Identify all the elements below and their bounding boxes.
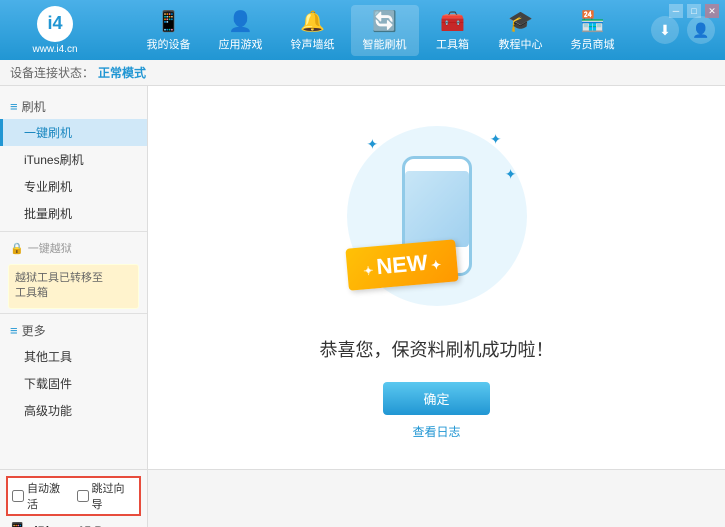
apps-games-icon: 👤 <box>228 9 253 34</box>
sidebar-disabled-jailbreak: 🔒 一键越狱 <box>0 236 147 260</box>
nav-bar: 📱 我的设备 👤 应用游戏 🔔 铃声墙纸 🔄 智能刷机 🧰 工具箱 🎓 <box>110 5 651 56</box>
success-text: 恭喜您，保资料刷机成功啦！ <box>320 336 554 362</box>
my-device-icon: 📱 <box>156 9 181 34</box>
logo-char: i4 <box>47 13 62 34</box>
device-name: iPhone 15 Pro Max <box>34 522 141 527</box>
advanced-label: 高级功能 <box>24 404 72 418</box>
device-info: 📱 iPhone 15 Pro Max 512GB iPhone <box>6 522 141 527</box>
content-area: ✦ ✦ ✦ NEW 恭喜您，保资料刷机成功啦！ 确定 查看日志 <box>148 86 725 469</box>
flash-section-icon: ≡ <box>10 99 18 114</box>
nav-ringtones[interactable]: 🔔 铃声墙纸 <box>279 5 347 56</box>
sidebar-item-download-fw[interactable]: 下载固件 <box>0 370 147 397</box>
log-link[interactable]: 查看日志 <box>412 423 460 440</box>
sidebar-section-flash[interactable]: ≡ 刷机 <box>0 94 147 119</box>
auto-activate-checkbox[interactable] <box>12 490 24 502</box>
phone-screen <box>405 171 469 247</box>
star-icon-2: ✦ <box>490 131 502 148</box>
batch-flash-label: 批量刷机 <box>24 207 72 221</box>
success-illustration: ✦ ✦ ✦ NEW <box>337 116 537 316</box>
minimize-btn[interactable]: ─ <box>669 4 683 18</box>
logo-icon: i4 <box>37 6 73 42</box>
auto-activate-label: 自动激活 <box>27 480 71 512</box>
flash-section-label: 刷机 <box>22 98 46 115</box>
maximize-btn[interactable]: □ <box>687 4 701 18</box>
jailbreak-label: 一键越狱 <box>28 240 72 256</box>
nav-toolbox[interactable]: 🧰 工具箱 <box>423 5 483 56</box>
device-phone-icon: 📱 <box>6 522 28 527</box>
nav-apps-games[interactable]: 👤 应用游戏 <box>207 5 275 56</box>
smart-flash-icon: 🔄 <box>372 9 397 34</box>
footer-right: V7.98.66 客服 微信公众号 检查更新 <box>148 469 725 527</box>
nav-service-label: 务员商城 <box>571 36 615 52</box>
tutorial-icon: 🎓 <box>508 9 533 34</box>
nav-tutorial-label: 教程中心 <box>499 36 543 52</box>
nav-my-device[interactable]: 📱 我的设备 <box>135 5 203 56</box>
sidebar-notice: 越狱工具已转移至 工具箱 <box>8 264 139 309</box>
download-fw-label: 下载固件 <box>24 377 72 391</box>
nav-my-device-label: 我的设备 <box>147 36 191 52</box>
status-bar: 设备连接状态： 正常模式 <box>0 60 725 86</box>
device-details: iPhone 15 Pro Max 512GB iPhone <box>34 522 141 527</box>
guide-option[interactable]: 跳过向导 <box>77 480 136 512</box>
sidebar-item-itunes-flash[interactable]: iTunes刷机 <box>0 146 147 173</box>
auto-activate-option[interactable]: 自动激活 <box>12 480 71 512</box>
confirm-button[interactable]: 确定 <box>383 382 489 415</box>
header-right: ⬇ 👤 <box>651 16 715 44</box>
status-value: 正常模式 <box>98 64 146 81</box>
logo-url: www.i4.cn <box>32 44 77 55</box>
toolbox-icon: 🧰 <box>440 9 465 34</box>
sidebar-item-pro-flash[interactable]: 专业刷机 <box>0 173 147 200</box>
nav-apps-label: 应用游戏 <box>219 36 263 52</box>
window-controls: ─ □ ✕ <box>669 4 719 18</box>
notice-text: 越狱工具已转移至 工具箱 <box>15 272 103 299</box>
nav-ringtones-label: 铃声墙纸 <box>291 36 335 52</box>
header: ─ □ ✕ i4 www.i4.cn 📱 我的设备 👤 应用游戏 🔔 铃声墙纸 <box>0 0 725 60</box>
service-icon: 🏪 <box>580 9 605 34</box>
download-btn[interactable]: ⬇ <box>651 16 679 44</box>
user-btn[interactable]: 👤 <box>687 16 715 44</box>
itunes-flash-label: iTunes刷机 <box>24 153 84 167</box>
nav-service[interactable]: 🏪 务员商城 <box>559 5 627 56</box>
sidebar-section-more[interactable]: ≡ 更多 <box>0 318 147 343</box>
logo-area: i4 www.i4.cn <box>10 6 100 55</box>
lock-icon: 🔒 <box>10 242 24 255</box>
nav-toolbox-label: 工具箱 <box>436 36 469 52</box>
guide-checkbox[interactable] <box>77 490 89 502</box>
device-options-row: 自动激活 跳过向导 <box>6 476 141 516</box>
sidebar-item-other-tools[interactable]: 其他工具 <box>0 343 147 370</box>
guide-label: 跳过向导 <box>92 480 136 512</box>
ringtones-icon: 🔔 <box>300 9 325 34</box>
nav-smart-flash-label: 智能刷机 <box>363 36 407 52</box>
more-section-icon: ≡ <box>10 323 18 338</box>
nav-smart-flash[interactable]: 🔄 智能刷机 <box>351 5 419 56</box>
one-key-flash-label: 一键刷机 <box>24 126 72 140</box>
other-tools-label: 其他工具 <box>24 350 72 364</box>
sidebar: ≡ 刷机 一键刷机 iTunes刷机 专业刷机 批量刷机 🔒 一键越狱 越狱工具… <box>0 86 148 469</box>
star-icon-3: ✦ <box>505 166 517 183</box>
nav-tutorial[interactable]: 🎓 教程中心 <box>487 5 555 56</box>
more-section-label: 更多 <box>22 322 46 339</box>
sidebar-item-one-key-flash[interactable]: 一键刷机 <box>0 119 147 146</box>
bottom-area: 自动激活 跳过向导 📱 iPhone 15 Pro Max 512GB iPho… <box>0 469 725 527</box>
close-btn[interactable]: ✕ <box>705 4 719 18</box>
star-icon-1: ✦ <box>367 136 379 153</box>
status-prefix: 设备连接状态： <box>10 64 94 81</box>
new-banner: NEW <box>345 239 458 290</box>
sidebar-item-advanced[interactable]: 高级功能 <box>0 397 147 424</box>
pro-flash-label: 专业刷机 <box>24 180 72 194</box>
sidebar-item-batch-flash[interactable]: 批量刷机 <box>0 200 147 227</box>
